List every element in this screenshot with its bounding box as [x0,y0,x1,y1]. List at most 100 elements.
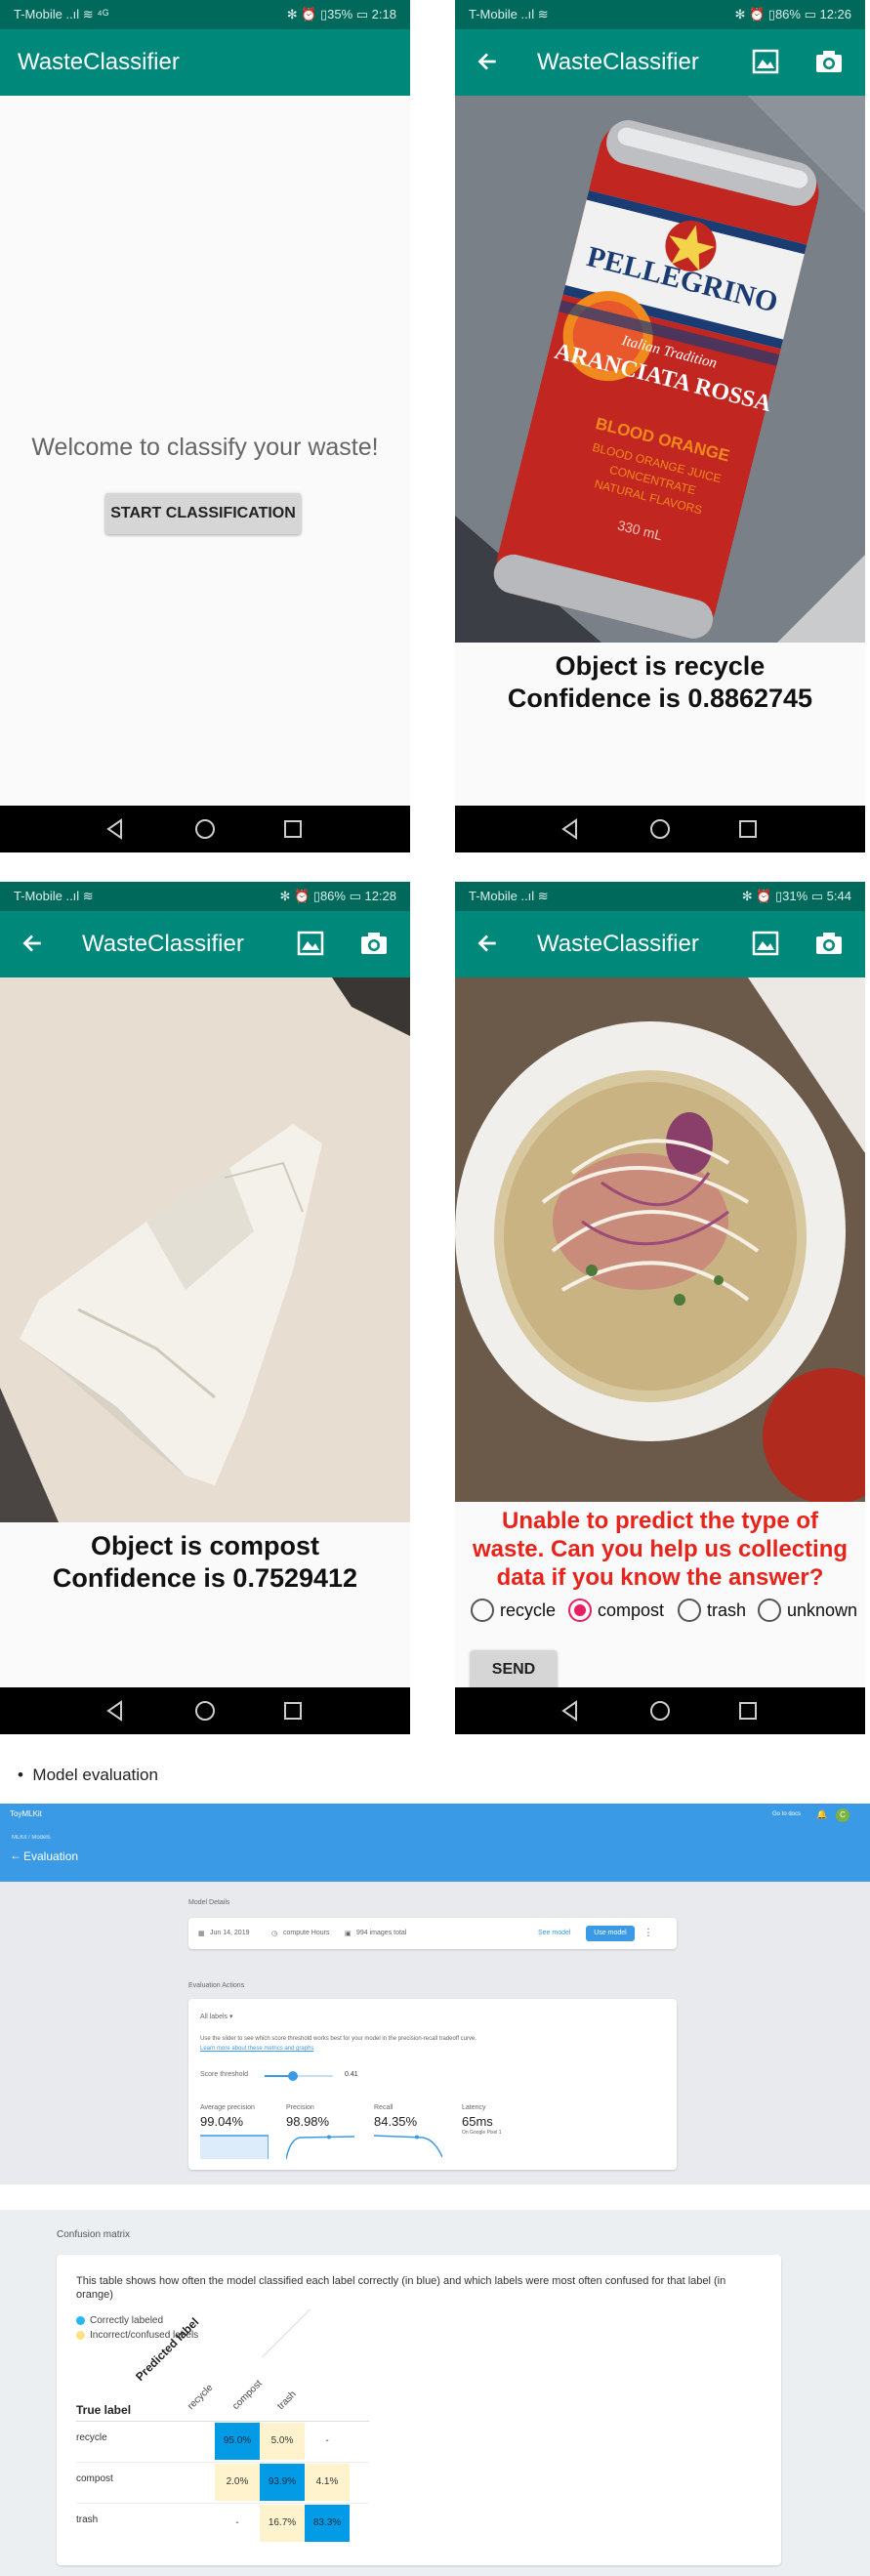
captured-photo-soup [455,977,865,1502]
metric-label-avg-precision: Average precision [200,2104,255,2111]
recents-nav-icon[interactable] [281,1699,305,1723]
home-nav-icon[interactable] [648,817,672,841]
model-images: 994 images total [356,1930,407,1936]
system-status: ✻ ⏰ ▯35% ▭ 2:18 [286,7,396,21]
home-nav-icon[interactable] [193,1699,217,1723]
camera-icon[interactable] [359,931,389,956]
gallery-icon[interactable] [752,931,779,956]
phone-screen-recycle: T-Mobile ..ıl ≋ ✻ ⏰ ▯86% ▭ 12:26 WasteCl… [455,0,865,852]
app-bar: WasteClassifier [455,29,865,96]
app-bar: WasteClassifier [0,29,410,96]
status-bar: T-Mobile ..ıl ≋ ✻ ⏰ ▯86% ▭ 12:28 [0,882,410,911]
metric-value-recall: 84.35% [374,2114,418,2129]
brand-name[interactable]: ToyMLKit [10,1809,42,1818]
metric-label-latency: Latency [462,2104,486,2111]
matrix-cell: 5.0% [260,2423,305,2460]
row-divider [76,2462,369,2463]
app-title: WasteClassifier [82,931,244,957]
app-title: WasteClassifier [18,49,180,75]
send-button[interactable]: SEND [471,1650,557,1689]
app-title: WasteClassifier [537,931,699,957]
column-header: compost [230,2378,265,2412]
camera-icon[interactable] [814,49,844,74]
legend-incorrect-swatch [76,2331,85,2340]
radio-unknown[interactable]: unknown [758,1597,857,1624]
carrier-status: T-Mobile ..ıl ≋ [14,889,94,903]
radio-dot[interactable] [471,1599,494,1622]
row-divider [76,2503,369,2504]
status-bar: T-Mobile ..ıl ≋ ⁴ᴳ ✻ ⏰ ▯35% ▭ 2:18 [0,0,410,29]
camera-icon[interactable] [814,931,844,956]
docs-link[interactable]: Go to docs [772,1811,801,1817]
radio-compost[interactable]: compost [568,1597,664,1624]
matrix-cell: 83.3% [305,2505,350,2542]
back-nav-icon[interactable] [559,1699,582,1723]
confusion-matrix-screenshot: Confusion matrix This table shows how of… [0,2210,870,2576]
recents-nav-icon[interactable] [736,1699,760,1723]
home-nav-icon[interactable] [193,817,217,841]
images-icon: ▣ [345,1931,352,1937]
all-labels-dropdown[interactable]: All labels ▾ [200,2013,232,2020]
gallery-icon[interactable] [297,931,324,956]
threshold-slider-track[interactable] [265,2071,333,2081]
calendar-icon: ▦ [198,1931,205,1937]
confusion-title: Confusion matrix [57,2229,131,2240]
radio-trash[interactable]: trash [678,1597,746,1624]
radio-label: compost [598,1600,665,1620]
legend-correct-label: Correctly labeled [90,2315,164,2326]
model-date: Jun 14, 2019 [210,1930,250,1936]
welcome-text: Welcome to classify your waste! [31,434,379,461]
avatar[interactable]: C [836,1808,849,1822]
nav-bar [0,806,410,852]
back-arrow-icon[interactable] [20,931,45,956]
radio-label: trash [707,1600,747,1620]
threshold-slider-thumb[interactable] [287,2071,298,2081]
gallery-icon[interactable] [752,49,779,74]
true-label-header: True label [76,2403,132,2417]
radio-dot[interactable] [758,1599,781,1622]
radio-dot-selected[interactable] [568,1599,592,1622]
row-label: recycle [76,2432,107,2443]
status-bar: T-Mobile ..ıl ≋ ✻ ⏰ ▯86% ▭ 12:26 [455,0,865,29]
captured-photo-napkin [0,977,410,1522]
back-arrow-icon[interactable]: ← [10,1849,21,1862]
precision-curve [286,2135,354,2159]
back-arrow-icon[interactable] [475,49,500,74]
metric-label-recall: Recall [374,2104,394,2111]
score-threshold-value: 0.41 [345,2071,358,2078]
breadcrumb[interactable]: MLKit / Models [12,1835,51,1841]
evaluation-actions-card: All labels ▾ Use the slider to see which… [188,1999,677,2170]
radio-label: unknown [787,1600,858,1620]
back-nav-icon[interactable] [559,817,582,841]
clock-icon: ◷ [271,1931,278,1937]
result-label: Object is compost [90,1531,320,1560]
app-title: WasteClassifier [537,49,699,75]
back-nav-icon[interactable] [104,1699,127,1723]
recents-nav-icon[interactable] [281,817,305,841]
status-bar: T-Mobile ..ıl ≋ ✻ ⏰ ▯31% ▭ 5:44 [455,882,865,911]
home-nav-icon[interactable] [648,1699,672,1723]
unable-prediction-message: Unable to predict the type of waste. Can… [472,1508,849,1591]
nav-bar [455,1687,865,1734]
back-arrow-icon[interactable] [475,931,500,956]
nav-bar [0,1687,410,1734]
phone-screen-compost: T-Mobile ..ıl ≋ ✻ ⏰ ▯86% ▭ 12:28 WasteCl… [0,882,410,1734]
radio-recycle[interactable]: recycle [471,1597,556,1624]
system-status: ✻ ⏰ ▯86% ▭ 12:28 [279,889,396,903]
radio-dot[interactable] [678,1599,701,1622]
confusion-description: This table shows how often the model cla… [76,2275,726,2301]
learn-more-link[interactable]: Learn more about these metrics and graph… [200,2046,313,2052]
recents-nav-icon[interactable] [736,817,760,841]
matrix-cell: 2.0% [215,2464,260,2501]
model-compute: compute Hours [283,1930,330,1936]
matrix-cell: 4.1% [305,2464,350,2501]
more-menu-icon[interactable]: ⋮ [643,1928,653,1938]
notification-bell-icon[interactable]: 🔔 [816,1809,827,1820]
matrix-cell: 93.9% [260,2464,305,2501]
nav-bar [455,806,865,852]
see-model-link[interactable]: See model [538,1930,570,1936]
use-model-button[interactable]: Use model [586,1926,635,1941]
matrix-cell: - [235,2517,239,2528]
back-nav-icon[interactable] [104,817,127,841]
start-classification-button[interactable]: START CLASSIFICATION [105,493,301,534]
